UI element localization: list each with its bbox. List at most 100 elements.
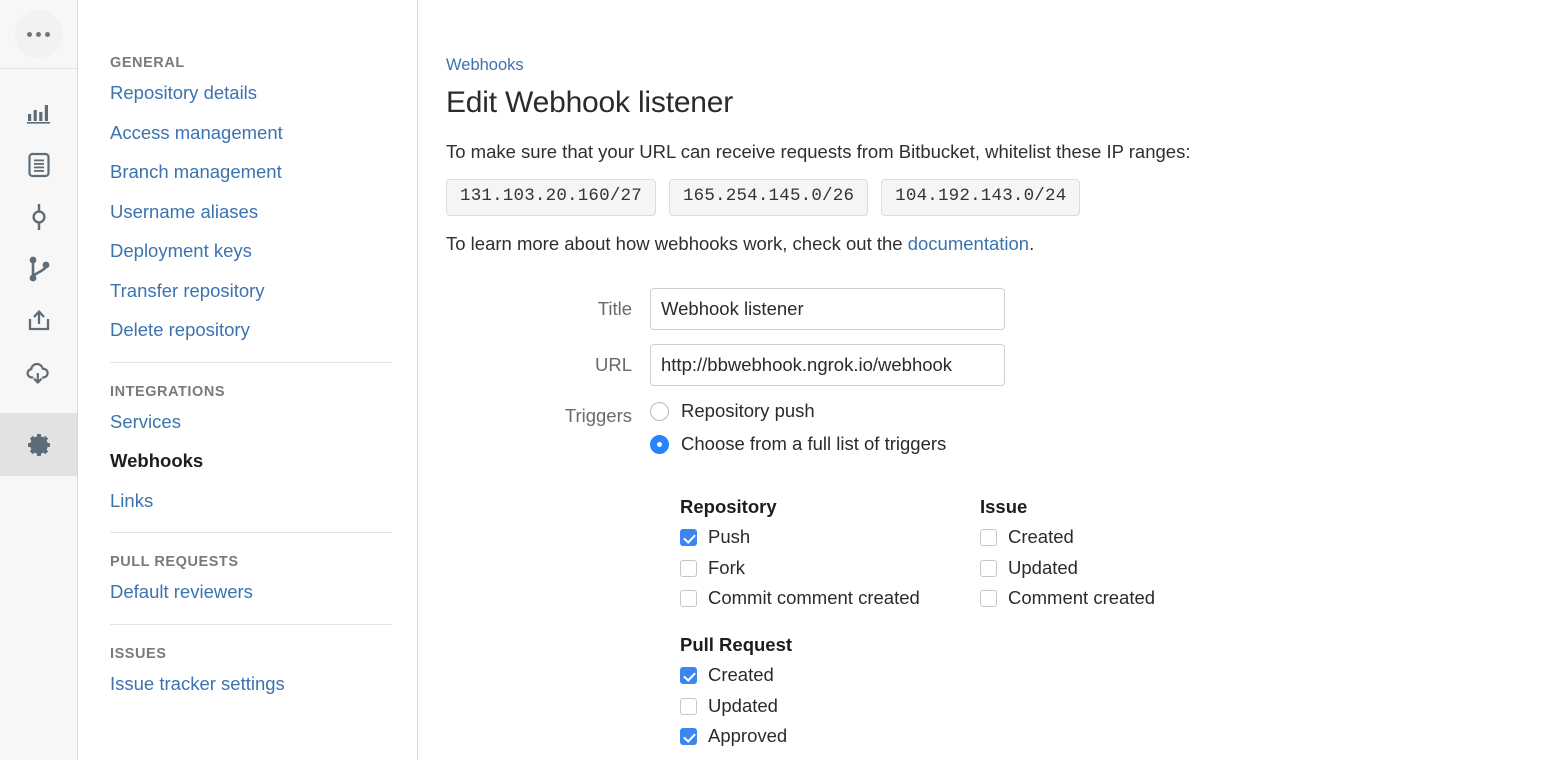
url-label: URL	[594, 353, 632, 375]
checkbox-label: Updated	[708, 694, 778, 716]
group-issue: Issue Created Updated Comment created	[980, 495, 1280, 608]
sidebar-item-repository-details[interactable]: Repository details	[110, 83, 417, 103]
radio-button-icon[interactable]	[650, 434, 669, 454]
sidebar-section-general: GENERAL Repository details Access manage…	[110, 55, 417, 340]
main-content: Webhooks Edit Webhook listener To make s…	[418, 0, 1560, 760]
radio-label: Choose from a full list of triggers	[681, 433, 947, 455]
learn-more-text: To learn more about how webhooks work, c…	[446, 232, 1560, 255]
sidebar-item-webhooks[interactable]: Webhooks	[110, 451, 417, 471]
title-row: Title	[446, 287, 1560, 330]
checkbox-icon[interactable]	[680, 697, 697, 715]
downloads-cloud-icon	[25, 361, 53, 385]
sidebar-heading-issues: ISSUES	[110, 645, 167, 662]
trigger-column-left: Repository Push Fork Commit comment crea…	[680, 495, 980, 758]
checkbox-icon[interactable]	[980, 529, 997, 547]
ip-range-badge: 131.103.20.160/27	[446, 179, 656, 216]
overview-bars-icon	[26, 101, 52, 125]
triggers-label: Triggers	[564, 404, 632, 426]
checkbox-icon[interactable]	[680, 728, 697, 746]
checkbox-icon[interactable]	[680, 529, 697, 547]
learn-more-suffix: .	[1029, 232, 1035, 254]
sidebar-divider	[110, 532, 392, 533]
title-label: Title	[597, 297, 632, 319]
rail-item-commits[interactable]	[0, 191, 77, 243]
branches-icon	[26, 255, 52, 283]
sidebar-item-branch-management[interactable]: Branch management	[110, 162, 417, 182]
webhook-form: Title URL Triggers Repository push Choos…	[446, 287, 1560, 758]
checkbox-pull-request-created[interactable]: Created	[680, 666, 980, 685]
sidebar-divider	[110, 361, 392, 363]
commits-icon	[28, 203, 50, 231]
rail-avatar-area[interactable]	[0, 0, 77, 69]
page-title: Edit Webhook listener	[446, 85, 734, 119]
sidebar-divider	[110, 623, 392, 625]
checkbox-pull-request-updated[interactable]: Updated	[680, 694, 980, 716]
radio-button-icon[interactable]	[650, 401, 669, 421]
sidebar-item-transfer-repository[interactable]: Transfer repository	[110, 281, 417, 301]
checkbox-repository-fork[interactable]: Fork	[680, 556, 980, 578]
url-row: URL	[446, 343, 1560, 386]
checkbox-label: Fork	[708, 556, 745, 578]
checkbox-icon[interactable]	[680, 590, 697, 608]
checkbox-label: Comment created	[1008, 587, 1156, 609]
documentation-link[interactable]: documentation	[908, 233, 1029, 254]
gear-icon	[25, 431, 53, 459]
sidebar-item-access-management[interactable]: Access management	[110, 123, 417, 143]
checkbox-repository-commit-comment-created[interactable]: Commit comment created	[680, 589, 980, 608]
repository-icon-rail	[0, 0, 78, 760]
url-input[interactable]	[650, 343, 1005, 386]
breadcrumb[interactable]: Webhooks	[446, 57, 524, 74]
checkbox-issue-updated[interactable]: Updated	[980, 556, 1280, 578]
sidebar-item-issue-tracker-settings[interactable]: Issue tracker settings	[110, 674, 417, 694]
checkbox-issue-comment-created[interactable]: Comment created	[980, 589, 1280, 608]
ip-range-badge: 165.254.145.0/26	[668, 179, 869, 216]
checkbox-label: Updated	[1008, 556, 1078, 578]
triggers-row: Triggers Repository push Choose from a f…	[446, 397, 1560, 468]
checkbox-pull-request-approved[interactable]: Approved	[680, 727, 980, 746]
whitelist-description: To make sure that your URL can receive r…	[446, 141, 1191, 162]
checkbox-icon[interactable]	[680, 667, 697, 685]
sidebar-item-services[interactable]: Services	[110, 412, 417, 432]
group-title-repository: Repository	[680, 495, 777, 517]
ip-range-badge: 104.192.143.0/24	[881, 179, 1081, 216]
sidebar-heading-pull-requests: PULL REQUESTS	[110, 554, 239, 570]
sidebar-heading-integrations: INTEGRATIONS	[110, 383, 226, 400]
sidebar-item-delete-repository[interactable]: Delete repository	[110, 320, 417, 340]
sidebar-item-deployment-keys[interactable]: Deployment keys	[110, 241, 417, 261]
rail-item-settings[interactable]	[0, 414, 77, 476]
learn-more-prefix: To learn more about how webhooks work, c…	[446, 232, 908, 254]
radio-label: Repository push	[681, 400, 815, 422]
trigger-column-right: Issue Created Updated Comment created	[980, 495, 1280, 758]
sidebar-item-username-aliases[interactable]: Username aliases	[110, 202, 417, 222]
checkbox-label: Approved	[708, 725, 788, 747]
group-title-issue: Issue	[980, 495, 1028, 517]
checkbox-icon[interactable]	[680, 559, 697, 577]
more-dots-icon[interactable]	[14, 10, 63, 58]
checkbox-repository-push[interactable]: Push	[680, 528, 980, 547]
group-repository: Repository Push Fork Commit comment crea…	[680, 495, 980, 608]
title-input[interactable]	[650, 287, 1005, 330]
pull-requests-icon	[26, 308, 52, 334]
settings-page: GENERAL Repository details Access manage…	[0, 0, 1560, 760]
source-document-icon	[27, 152, 51, 178]
rail-item-source[interactable]	[0, 139, 77, 191]
sidebar-item-links[interactable]: Links	[110, 491, 417, 511]
checkbox-icon[interactable]	[980, 590, 997, 608]
sidebar-item-default-reviewers[interactable]: Default reviewers	[110, 582, 417, 602]
rail-item-downloads[interactable]	[0, 347, 77, 399]
rail-item-overview[interactable]	[0, 87, 77, 139]
rail-item-branches[interactable]	[0, 243, 77, 295]
checkbox-icon[interactable]	[980, 559, 997, 577]
rail-nav-group	[0, 69, 77, 476]
sidebar-section-integrations: INTEGRATIONS Services Webhooks Links	[110, 384, 417, 511]
group-pull-request: Pull Request Created Updated Approved	[680, 635, 980, 746]
rail-item-pull-requests[interactable]	[0, 295, 77, 347]
sidebar-heading-general: GENERAL	[110, 55, 185, 71]
checkbox-issue-created[interactable]: Created	[980, 528, 1280, 547]
checkbox-label: Created	[1008, 526, 1074, 548]
trigger-options-area: Repository Push Fork Commit comment crea…	[650, 482, 1560, 758]
settings-sidebar: GENERAL Repository details Access manage…	[78, 0, 418, 760]
trigger-columns: Repository Push Fork Commit comment crea…	[680, 495, 1560, 758]
radio-full-list[interactable]: Choose from a full list of triggers	[650, 435, 946, 454]
radio-repository-push[interactable]: Repository push	[650, 402, 946, 421]
